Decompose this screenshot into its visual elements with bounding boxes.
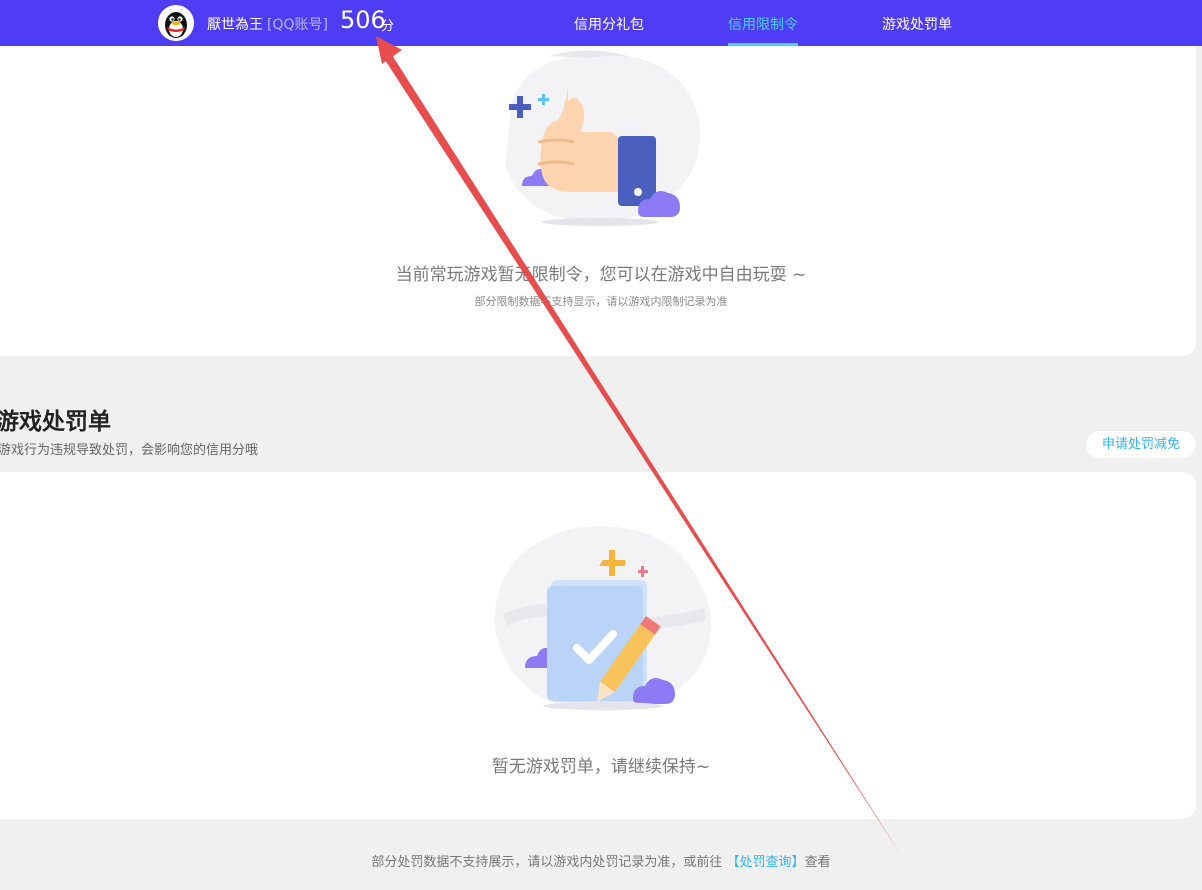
- thumbs-up-illustration: [505, 50, 701, 226]
- footer-note-suffix: 查看: [804, 855, 831, 870]
- credit-score-value: 506: [340, 6, 386, 34]
- tab-credit-gift[interactable]: 信用分礼包: [574, 14, 644, 34]
- footer-note: 部分处罚数据不支持展示，请以游戏内处罚记录为准，或前往 【处罚查询】查看: [0, 851, 1202, 870]
- apply-penalty-reduction-button[interactable]: 申请处罚减免: [1086, 431, 1196, 458]
- account-type-label: [QQ账号]: [267, 17, 328, 33]
- user-avatar[interactable]: [158, 5, 194, 41]
- restriction-empty-subtitle: 部分限制数据不支持显示，请以游戏内限制记录为准: [474, 295, 728, 308]
- penalty-query-link[interactable]: 【处罚查询】: [727, 855, 805, 870]
- tab-game-penalty[interactable]: 游戏处罚单: [882, 14, 952, 34]
- penalty-section-title: 游戏处罚单: [0, 409, 111, 435]
- qq-penguin-avatar-icon: [158, 5, 194, 41]
- restriction-empty-title: 当前常玩游戏暂无限制令，您可以在游戏中自由玩耍 ~: [395, 265, 807, 285]
- credit-score-unit: 分: [381, 19, 395, 34]
- footer-note-prefix: 部分处罚数据不支持展示，请以游戏内处罚记录为准，或前往: [371, 855, 727, 870]
- checklist-pencil-illustration: [494, 526, 711, 711]
- user-nickname: 厭世為王: [207, 17, 263, 33]
- penalty-section-subtitle: 游戏行为违规导致处罚，会影响您的信用分哦: [0, 443, 259, 458]
- penalty-empty-title: 暂无游戏罚单，请继续保持~: [491, 757, 711, 777]
- tab-credit-restriction[interactable]: 信用限制令: [728, 14, 798, 34]
- top-navigation-bar: 厭世為王 [QQ账号] 506 分 信用分礼包 信用限制令 游戏处罚单: [0, 0, 1202, 46]
